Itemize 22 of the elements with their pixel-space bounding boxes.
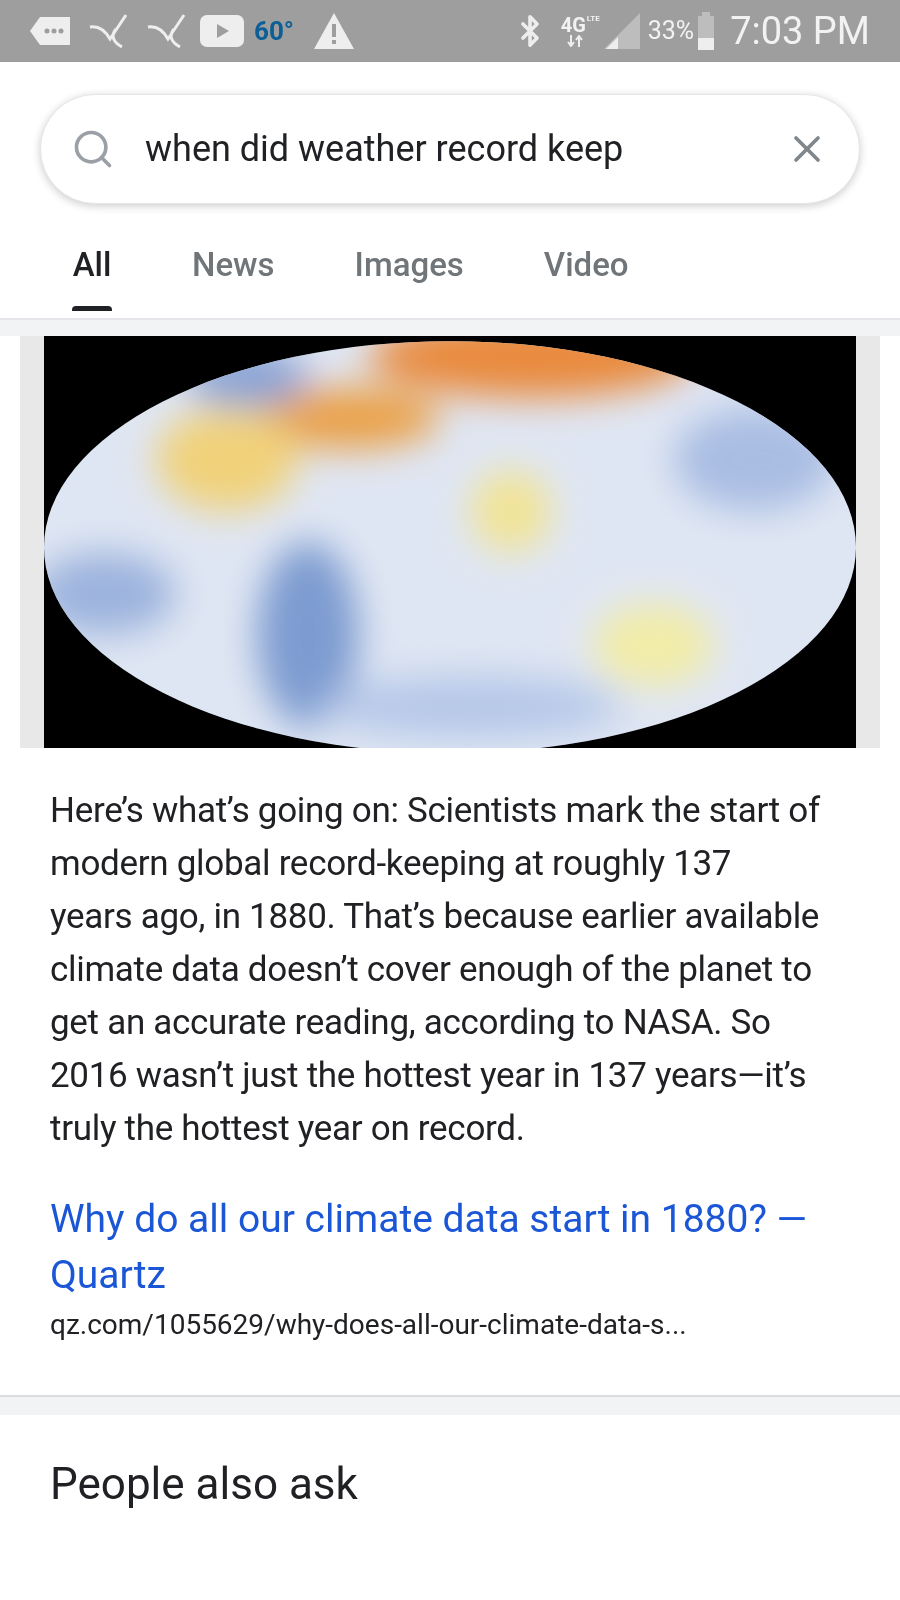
tab[interactable]: All <box>72 240 112 318</box>
snippet-text: Here’s what’s going on: Scientists mark the start of modern global record-keeping at roughly 137 years ago, in 1880. That’s because earlier available climate data doesn’t cover enough of the planet to get an accurate reading, according to NASA. So 2016 wasn’t just the hottest year in 137 years—it’s truly the hottest year on record. <box>50 789 820 1151</box>
data-arrows-icon <box>566 35 583 47</box>
search-field[interactable]: when did weather record keep <box>40 94 860 204</box>
clock-time: 7:03 PM <box>730 7 870 55</box>
network-type: 4G <box>560 15 586 35</box>
result-link[interactable]: Why do all our climate data start in 1880? — Quartz <box>50 1191 820 1303</box>
signal-icon <box>603 13 640 49</box>
tab[interactable]: Images <box>354 240 464 318</box>
warning-icon <box>313 13 354 49</box>
search-query: when did weather record keep <box>145 127 625 172</box>
network-subtype: LTE <box>586 15 600 23</box>
tab-underline <box>72 305 112 311</box>
tab[interactable]: Video <box>543 240 629 318</box>
video-play-icon <box>200 15 244 47</box>
battery-icon <box>698 12 715 50</box>
battery-percent: 33% <box>647 15 695 48</box>
section-heading: People also ask <box>49 1457 359 1512</box>
result-url: qz.com/1055629/why-does-all-our-climate-data-s... <box>50 1307 688 1343</box>
tab[interactable]: News <box>192 240 275 318</box>
temperature: 60° <box>254 14 294 48</box>
message-icon <box>30 15 72 47</box>
